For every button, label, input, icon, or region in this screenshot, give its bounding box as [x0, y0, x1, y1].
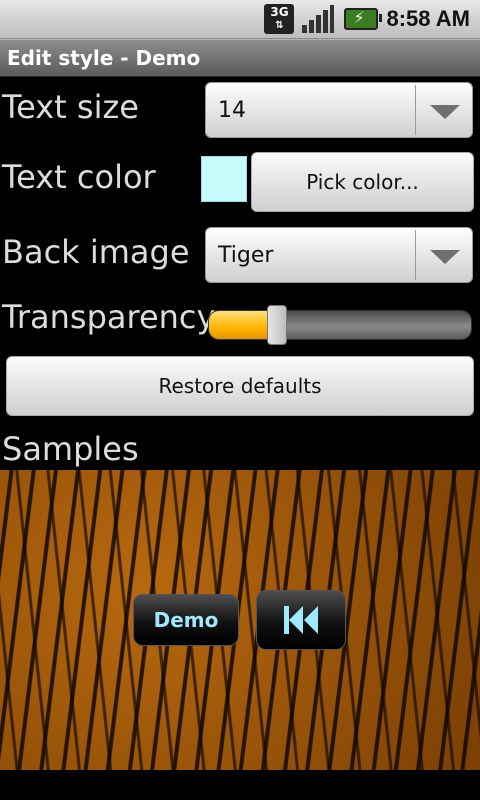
spinner-divider [415, 85, 416, 135]
transparency-slider[interactable] [208, 310, 472, 340]
status-clock: 8:58 AM [386, 6, 470, 31]
spinner-divider [415, 230, 416, 280]
chevron-down-icon [430, 105, 460, 119]
page-title: Edit style - Demo [7, 46, 201, 70]
samples-preview [0, 470, 480, 770]
signal-icon [302, 5, 335, 33]
slider-thumb[interactable] [266, 305, 287, 345]
status-icons: 3G ⇅ ⚡ 8:58 AM [264, 3, 470, 35]
text-color-swatch [201, 156, 247, 202]
chevron-down-icon [430, 250, 460, 264]
text-size-label: Text size [2, 88, 139, 126]
back-image-label: Back image [2, 233, 190, 271]
back-image-spinner[interactable]: Tiger [205, 227, 473, 283]
title-bar: Edit style - Demo [0, 39, 480, 77]
battery-charging-icon: ⚡ [344, 8, 383, 30]
text-color-label: Text color [2, 158, 156, 196]
samples-label: Samples [2, 430, 139, 468]
demo-button[interactable]: Demo [133, 594, 239, 646]
network-3g-icon: 3G ⇅ [264, 4, 295, 34]
transparency-label: Transparency [2, 298, 216, 336]
text-size-value: 14 [218, 98, 246, 123]
pick-color-button[interactable]: Pick color... [251, 152, 474, 212]
rewind-button[interactable] [256, 590, 346, 650]
text-size-spinner[interactable]: 14 [205, 82, 473, 138]
restore-defaults-button[interactable]: Restore defaults [6, 356, 474, 416]
rewind-icon [284, 606, 318, 634]
status-bar: 3G ⇅ ⚡ 8:58 AM [0, 0, 480, 39]
network-label: 3G [270, 5, 289, 19]
back-image-value: Tiger [218, 243, 274, 268]
